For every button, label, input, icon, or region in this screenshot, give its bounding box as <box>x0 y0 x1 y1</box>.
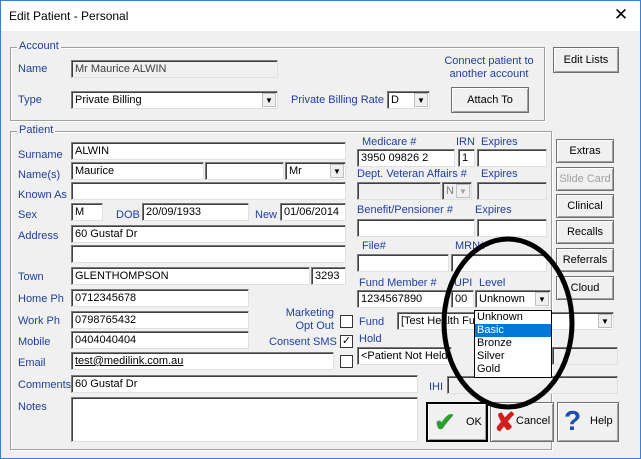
marketing-opt-out-label: Marketing Opt Out <box>285 307 334 332</box>
edit-lists-button[interactable]: Edit Lists <box>553 47 619 73</box>
comments-label: Comments <box>18 379 72 391</box>
edit-patient-window: Edit Patient - Personal ✕ Account Name M… <box>0 0 641 459</box>
comments-input[interactable]: 60 Gustaf Dr <box>71 375 418 393</box>
dva-expires-label: Expires <box>481 168 518 180</box>
mobile-label: Mobile <box>18 336 51 348</box>
medicare-expires-input[interactable] <box>477 149 547 167</box>
new-date-input[interactable]: 01/06/2014 <box>280 203 346 221</box>
dva-label: Dept. Veteran Affairs # <box>357 168 467 180</box>
chevron-down-icon[interactable]: ▼ <box>414 93 428 107</box>
dva-input <box>357 182 441 200</box>
account-name-label: Name <box>18 63 48 75</box>
benefit-label: Benefit/Pensioner # <box>357 204 454 216</box>
title-select[interactable]: Mr ▼ <box>285 162 346 180</box>
work-phone-input[interactable]: 0798765432 <box>71 311 249 329</box>
new-label: New <box>255 209 278 221</box>
email-value: test@medilink.com.au <box>75 355 184 367</box>
known-as-input[interactable] <box>71 182 346 200</box>
benefit-expires-label: Expires <box>475 204 512 216</box>
dva-type-value: N <box>446 185 454 197</box>
attach-to-label: Attach To <box>467 94 513 106</box>
dva-expires-input <box>477 182 547 200</box>
email-label: Email <box>18 357 46 369</box>
account-type-value: Private Billing <box>75 94 142 106</box>
patient-group-title: Patient <box>17 124 56 136</box>
fund-member-label: Fund Member # <box>359 277 437 289</box>
home-ph-label: Home Ph <box>18 293 64 305</box>
connect-account-text: Connect patient to another account <box>444 55 534 80</box>
marketing-opt-out-checkbox[interactable] <box>340 315 353 328</box>
consent-sms-label: Consent SMS <box>269 336 337 348</box>
middle-name-input[interactable] <box>205 162 284 180</box>
chevron-down-icon[interactable]: ▼ <box>598 314 612 328</box>
cancel-label: Cancel <box>516 415 551 427</box>
billing-rate-select[interactable]: D ▼ <box>387 91 430 109</box>
notes-label: Notes <box>18 401 47 413</box>
surname-input[interactable]: ALWIN <box>71 142 346 160</box>
billing-rate-value: D <box>391 94 399 106</box>
help-label: Help <box>590 415 613 427</box>
title-value: Mr <box>289 165 302 177</box>
medicare-input[interactable]: 3950 09826 2 <box>357 149 455 167</box>
dva-type-select: N ▼ <box>442 182 472 200</box>
address-line1-input[interactable]: 60 Gustaf Dr <box>71 225 346 243</box>
postcode-input[interactable]: 3293 <box>311 267 346 285</box>
window-title: Edit Patient - Personal <box>9 9 129 23</box>
fund-member-input[interactable]: 1234567890 <box>357 290 449 308</box>
file-label: File# <box>362 240 386 252</box>
attach-to-button[interactable]: Attach To <box>451 87 529 113</box>
medicare-expires-label: Expires <box>481 136 518 148</box>
ok-label: OK <box>466 416 482 428</box>
irn-input[interactable]: 1 <box>458 149 475 167</box>
email-input[interactable]: test@medilink.com.au <box>71 352 334 370</box>
medicare-label: Medicare # <box>362 136 417 148</box>
email-checkbox[interactable] <box>340 355 353 368</box>
close-icon[interactable]: ✕ <box>610 6 632 24</box>
extras-label: Extras <box>569 145 601 157</box>
account-group-title: Account <box>17 40 61 52</box>
mobile-input[interactable]: 0404040404 <box>71 331 249 349</box>
sex-input[interactable]: M <box>71 203 103 221</box>
clinical-button[interactable]: Clinical <box>556 194 614 218</box>
surname-label: Surname <box>18 149 63 161</box>
account-name-field: Mr Maurice ALWIN <box>71 60 278 78</box>
account-type-label: Type <box>18 94 42 106</box>
hold-label: Hold <box>359 333 382 345</box>
chevron-down-icon: ▼ <box>456 184 470 198</box>
town-input[interactable]: GLENTHOMPSON <box>71 267 310 285</box>
names-label: Name(s) <box>18 169 61 181</box>
title-bar: Edit Patient - Personal ✕ <box>1 1 640 31</box>
work-ph-label: Work Ph <box>18 315 60 327</box>
extras-button[interactable]: Extras <box>556 139 614 163</box>
dob-input[interactable]: 20/09/1933 <box>142 203 249 221</box>
consent-sms-checkbox[interactable]: ✓ <box>340 335 353 348</box>
fund-label: Fund <box>359 316 385 328</box>
address-line2-input[interactable] <box>71 245 346 263</box>
given-name-input[interactable]: Maurice <box>71 162 204 180</box>
home-phone-input[interactable]: 0712345678 <box>71 289 249 307</box>
slide-card-button: Slide Card <box>556 167 614 191</box>
dob-label: DOB <box>116 209 140 221</box>
irn-label: IRN <box>456 136 475 148</box>
sex-label: Sex <box>18 209 37 221</box>
known-as-label: Known As <box>18 189 67 201</box>
account-type-select[interactable]: Private Billing ▼ <box>71 91 278 109</box>
chevron-down-icon[interactable]: ▼ <box>262 93 276 107</box>
file-input[interactable] <box>357 254 449 272</box>
slide-card-label: Slide Card <box>559 173 611 185</box>
private-billing-rate-label: Private Billing Rate <box>291 94 384 106</box>
chevron-down-icon[interactable]: ▼ <box>330 164 344 178</box>
edit-lists-label: Edit Lists <box>563 54 609 66</box>
clinical-label: Clinical <box>567 200 603 212</box>
town-label: Town <box>18 271 44 283</box>
annotation-ellipse <box>441 236 575 410</box>
notes-textarea[interactable] <box>71 397 418 442</box>
address-label: Address <box>18 230 59 242</box>
